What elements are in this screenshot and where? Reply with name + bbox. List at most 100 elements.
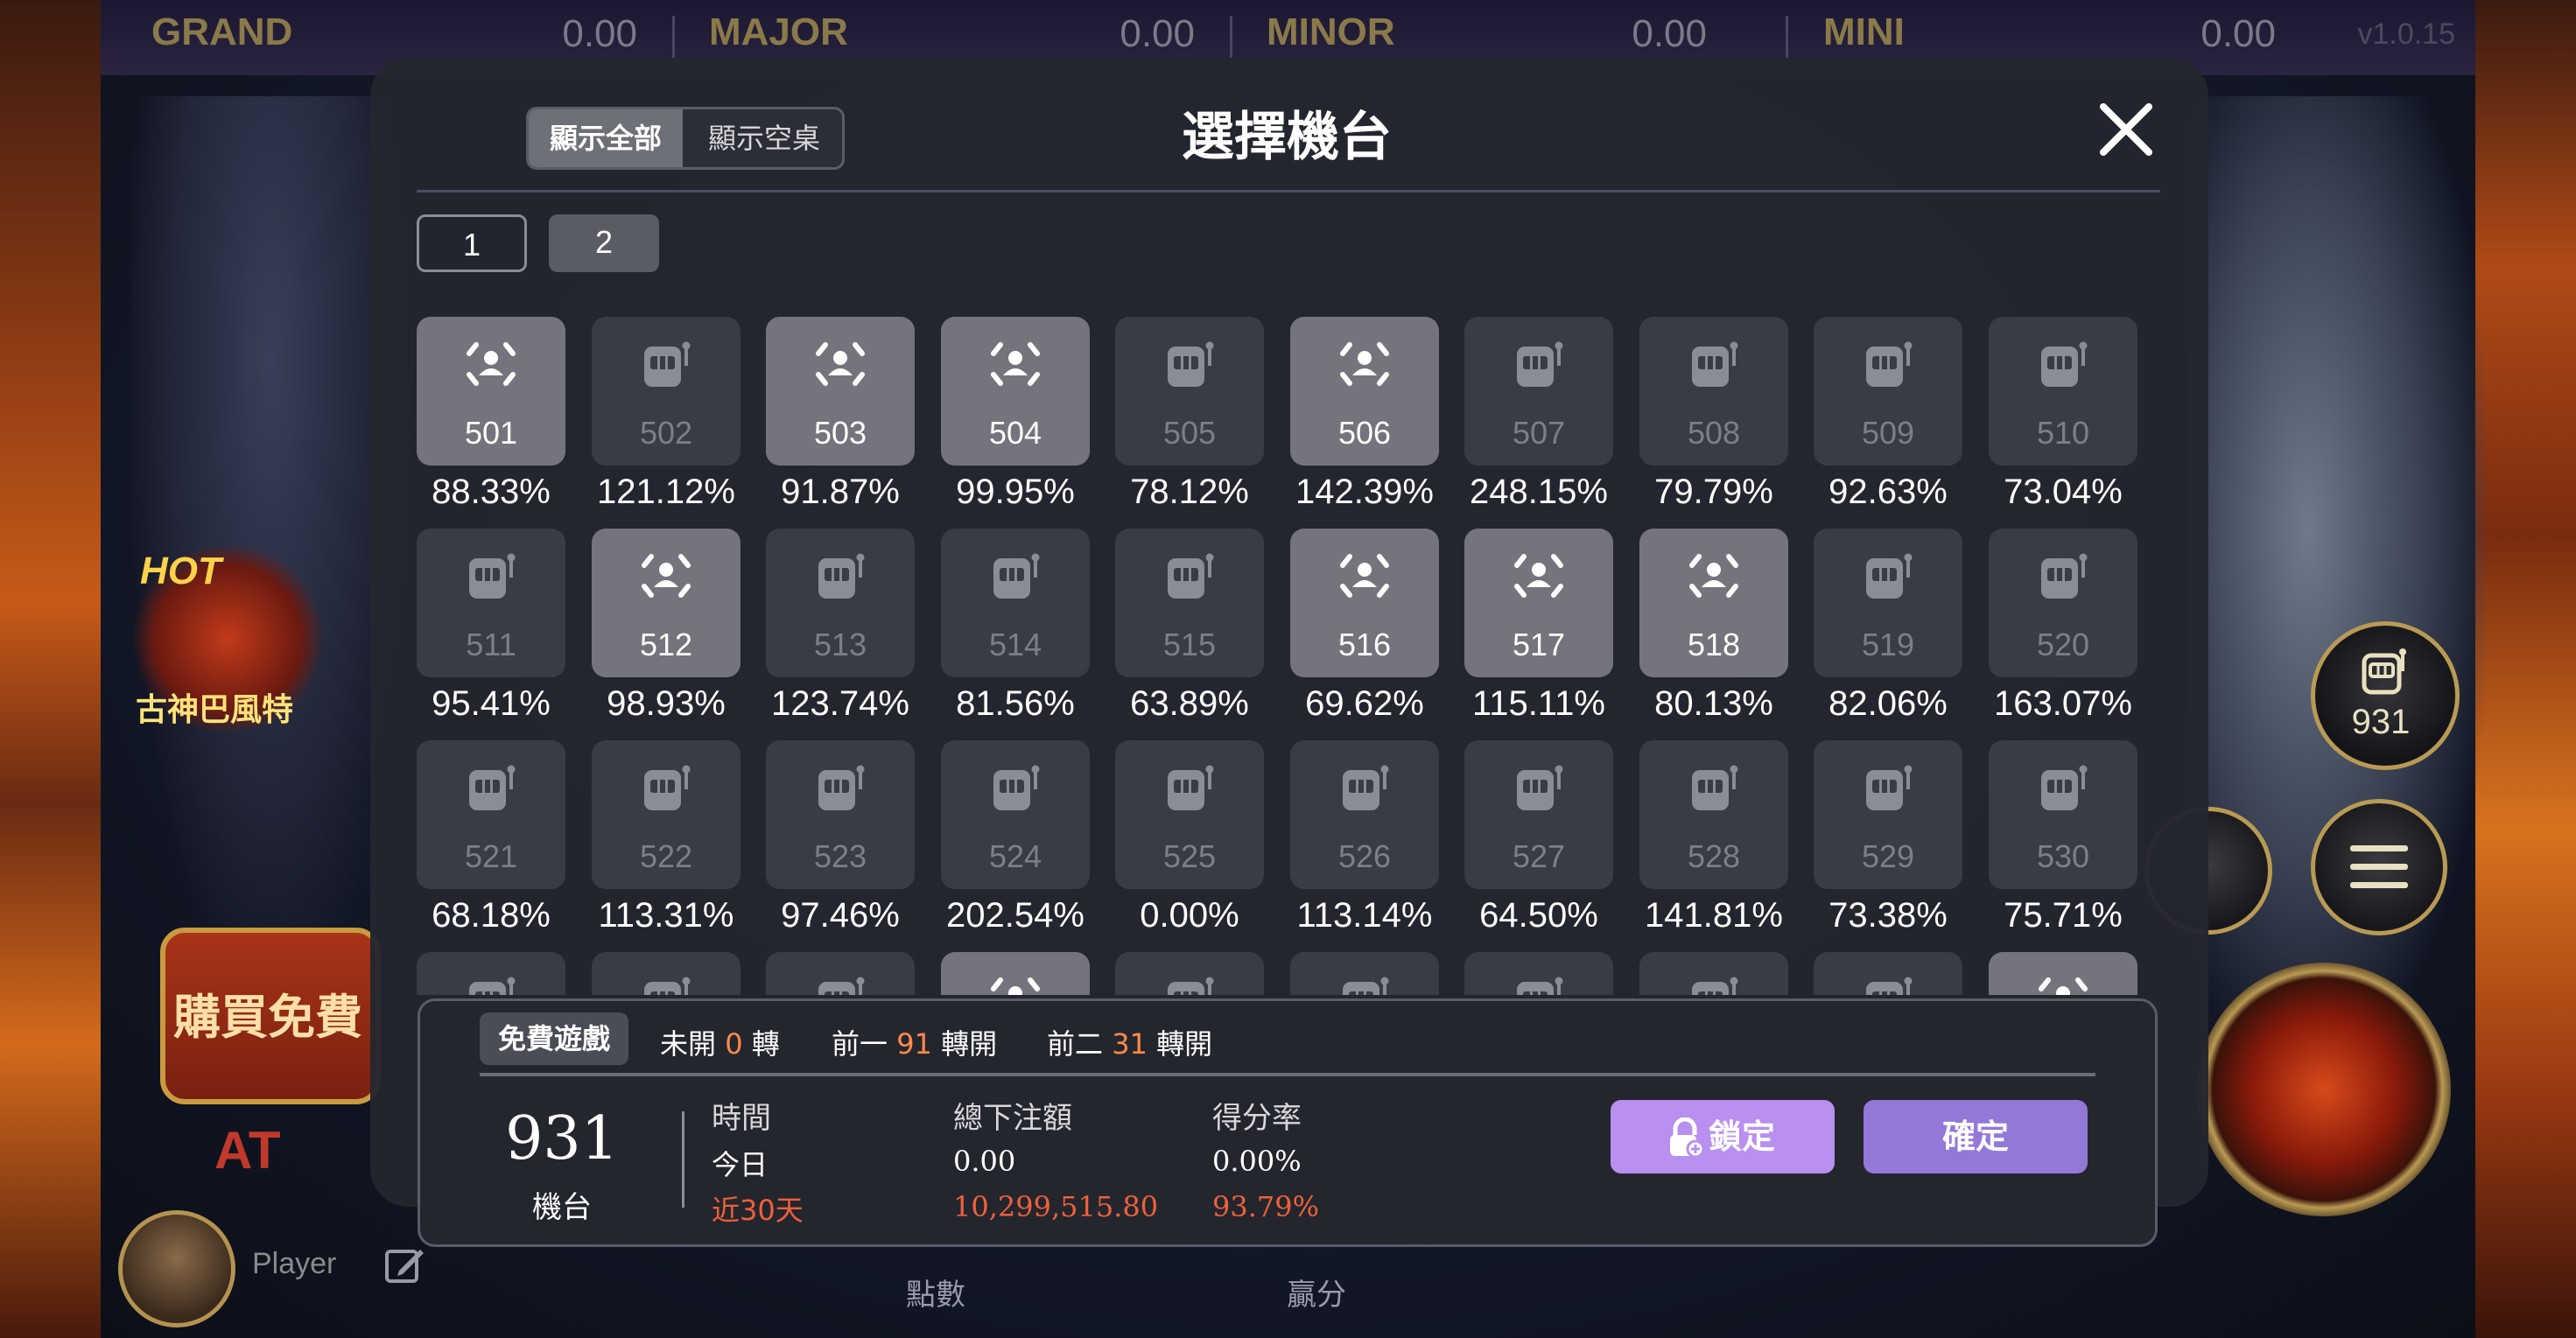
machine-tile-partial[interactable] bbox=[592, 952, 741, 995]
slot-machine-icon bbox=[1866, 765, 1913, 810]
machine-number: 520 bbox=[2036, 627, 2090, 662]
machine-number: 526 bbox=[1337, 838, 1392, 874]
slot-machine-icon bbox=[1692, 977, 1738, 995]
occupied-player-icon bbox=[642, 554, 691, 598]
machine-tile-522[interactable]: 522 bbox=[592, 740, 741, 889]
machine-tile-502[interactable]: 502 bbox=[592, 317, 741, 466]
info-vertical-divider bbox=[682, 1111, 684, 1208]
brand-logo: AT bbox=[214, 1121, 281, 1180]
spin-button[interactable] bbox=[2197, 963, 2451, 1216]
machine-tile-511[interactable]: 511 bbox=[417, 529, 565, 677]
machine-tile-529[interactable]: 529 bbox=[1814, 740, 1962, 889]
page-button-1[interactable]: 1 bbox=[417, 214, 527, 272]
machine-grid: 501 88.33% 502 121.12% 503 91.87% 504 99.95% 505… bbox=[417, 317, 2167, 995]
stat-not-opened: 未開 0 轉 bbox=[660, 1022, 780, 1062]
machine-tile-517[interactable]: 517 bbox=[1464, 529, 1613, 677]
machine-tile-partial[interactable] bbox=[1639, 952, 1788, 995]
menu-button[interactable] bbox=[2311, 799, 2447, 935]
occupied-player-icon bbox=[816, 342, 865, 386]
machine-rate: 0.00% bbox=[1140, 896, 1239, 935]
machine-rate: 95.41% bbox=[432, 684, 551, 723]
filter-show-all-button[interactable]: 顯示全部 bbox=[529, 109, 683, 167]
machine-tile-partial[interactable] bbox=[766, 952, 915, 995]
machine-tile-526[interactable]: 526 bbox=[1290, 740, 1439, 889]
machine-number: 528 bbox=[1687, 838, 1741, 874]
jackpot-grand-value: 0.00 bbox=[562, 12, 637, 55]
machine-tile-partial[interactable] bbox=[1464, 952, 1613, 995]
machine-tile-512[interactable]: 512 bbox=[592, 529, 741, 677]
slot-machine-icon bbox=[2041, 765, 2088, 810]
machine-tile-partial[interactable] bbox=[1115, 952, 1264, 995]
jackpot-mini-label: MINI bbox=[1823, 11, 1905, 53]
machine-rate: 88.33% bbox=[432, 473, 551, 511]
machine-rate: 82.06% bbox=[1828, 684, 1948, 723]
machine-tile-partial[interactable] bbox=[417, 952, 565, 995]
slot-machine-icon bbox=[993, 553, 1040, 599]
machine-tile-524[interactable]: 524 bbox=[941, 740, 1090, 889]
background-fire-left bbox=[0, 0, 101, 1338]
slot-machine-icon bbox=[644, 765, 691, 810]
machine-tile-518[interactable]: 518 bbox=[1639, 529, 1788, 677]
machine-tile-partial[interactable] bbox=[1989, 952, 2137, 995]
machine-tile-510[interactable]: 510 bbox=[1989, 317, 2137, 466]
tab-free-game[interactable]: 免費遊戲 bbox=[480, 1012, 628, 1065]
machine-tile-527[interactable]: 527 bbox=[1464, 740, 1613, 889]
machine-tile-503[interactable]: 503 bbox=[766, 317, 915, 466]
confirm-button[interactable]: 確定 bbox=[1864, 1100, 2088, 1173]
machine-tile-514[interactable]: 514 bbox=[941, 529, 1090, 677]
avatar[interactable] bbox=[118, 1210, 235, 1327]
machine-tile-partial[interactable] bbox=[1290, 952, 1439, 995]
machine-rate: 63.89% bbox=[1130, 684, 1249, 723]
machine-number: 501 bbox=[464, 415, 518, 451]
machine-number: 510 bbox=[2036, 415, 2090, 451]
machine-number: 512 bbox=[639, 627, 693, 662]
machine-rate: 64.50% bbox=[1479, 896, 1598, 935]
machine-tile-509[interactable]: 509 bbox=[1814, 317, 1962, 466]
machine-tile-525[interactable]: 525 bbox=[1115, 740, 1264, 889]
slot-machine-icon bbox=[1517, 977, 1563, 995]
machine-number: 514 bbox=[988, 627, 1042, 662]
machine-rate: 123.74% bbox=[771, 684, 909, 723]
close-icon[interactable] bbox=[2093, 96, 2159, 163]
machine-tile-519[interactable]: 519 bbox=[1814, 529, 1962, 677]
jackpot-divider bbox=[672, 16, 675, 61]
slot-machine-icon bbox=[644, 341, 691, 387]
machine-number: 516 bbox=[1337, 627, 1392, 662]
hot-game-name: 古神巴風特 bbox=[136, 692, 294, 728]
machine-tile-513[interactable]: 513 bbox=[766, 529, 915, 677]
machine-number: 527 bbox=[1512, 838, 1566, 874]
machine-tile-507[interactable]: 507 bbox=[1464, 317, 1613, 466]
dialog-title: 選擇機台 bbox=[1182, 107, 1392, 168]
selected-machine-label: 機台 bbox=[532, 1190, 592, 1225]
occupied-player-icon bbox=[1514, 554, 1563, 598]
occupied-player-icon bbox=[1340, 342, 1389, 386]
machine-tile-515[interactable]: 515 bbox=[1115, 529, 1264, 677]
row-30d-total-bet: 10,299,515.80 bbox=[953, 1190, 1159, 1223]
filter-show-empty-button[interactable]: 顯示空桌 bbox=[686, 109, 842, 167]
machine-tile-530[interactable]: 530 bbox=[1989, 740, 2137, 889]
machine-tile-504[interactable]: 504 bbox=[941, 317, 1090, 466]
machine-select-button[interactable] bbox=[2311, 621, 2460, 770]
machine-number: 524 bbox=[988, 838, 1042, 874]
lock-button[interactable]: 鎖定 bbox=[1611, 1100, 1835, 1173]
machine-tile-506[interactable]: 506 bbox=[1290, 317, 1439, 466]
occupied-player-icon bbox=[2039, 977, 2088, 995]
slot-machine-icon bbox=[1866, 553, 1913, 599]
machine-rate: 92.63% bbox=[1828, 473, 1948, 511]
machine-tile-523[interactable]: 523 bbox=[766, 740, 915, 889]
machine-tile-528[interactable]: 528 bbox=[1639, 740, 1788, 889]
edit-icon[interactable] bbox=[382, 1243, 427, 1288]
machine-tile-partial[interactable] bbox=[941, 952, 1090, 995]
machine-tile-501[interactable]: 501 bbox=[417, 317, 565, 466]
jackpot-mini-value: 0.00 bbox=[2200, 12, 2276, 55]
stat-value: 31 bbox=[1112, 1027, 1148, 1061]
machine-tile-508[interactable]: 508 bbox=[1639, 317, 1788, 466]
machine-tile-partial[interactable] bbox=[1814, 952, 1962, 995]
stat-previous-two: 前二 31 轉開 bbox=[1047, 1022, 1212, 1062]
machine-rate: 113.31% bbox=[598, 896, 734, 935]
page-button-2[interactable]: 2 bbox=[549, 214, 659, 272]
machine-tile-521[interactable]: 521 bbox=[417, 740, 565, 889]
machine-tile-516[interactable]: 516 bbox=[1290, 529, 1439, 677]
machine-tile-520[interactable]: 520 bbox=[1989, 529, 2137, 677]
machine-tile-505[interactable]: 505 bbox=[1115, 317, 1264, 466]
